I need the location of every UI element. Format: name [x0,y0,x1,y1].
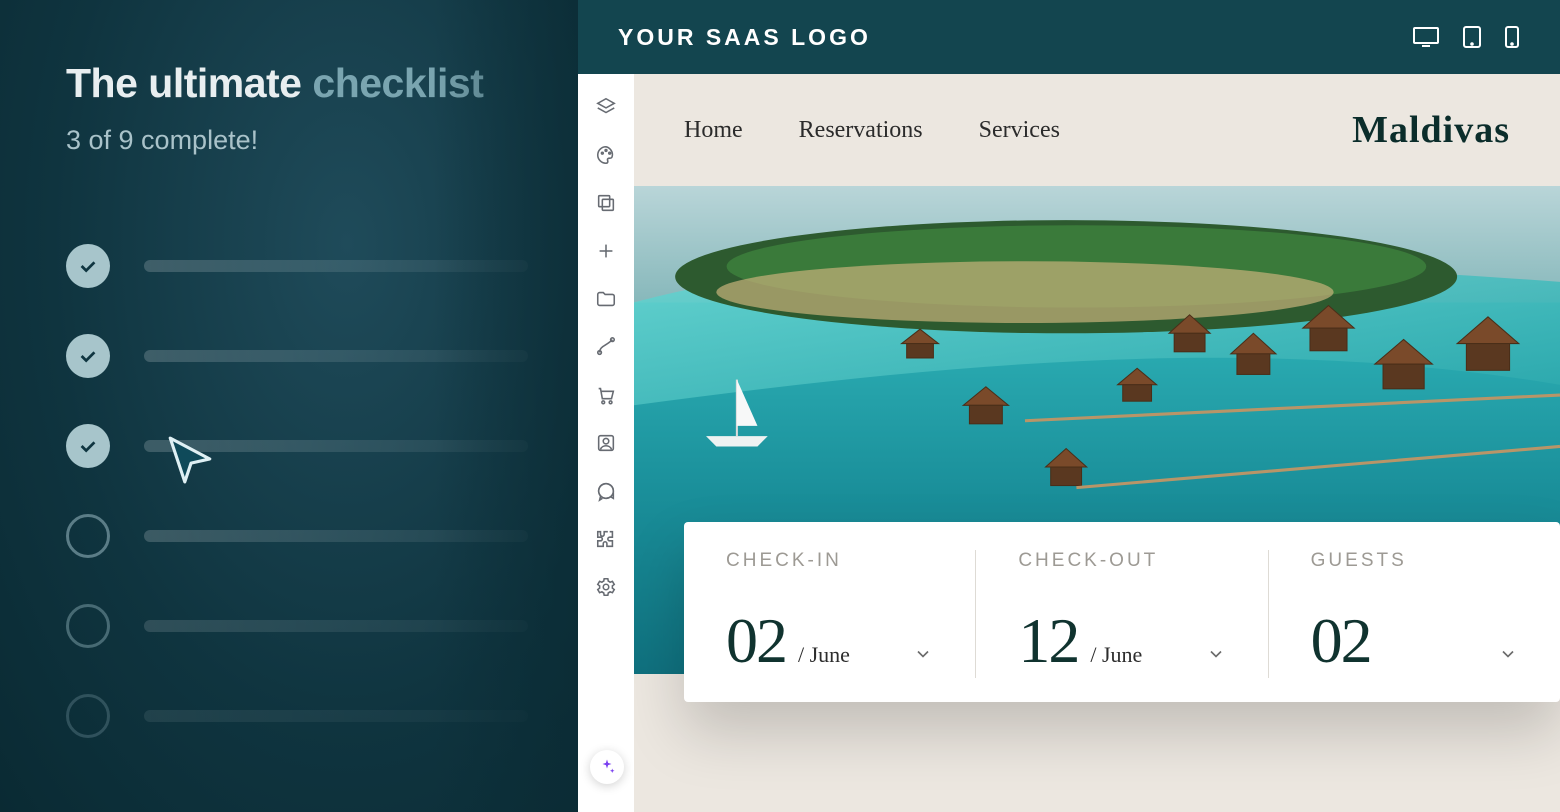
field-value: 02 [1311,604,1371,678]
checklist-title: The ultimate checklist [66,60,528,107]
site-brand: Maldivas [1352,108,1510,152]
vector-icon[interactable] [595,336,617,358]
field-suffix: / June [798,642,850,668]
layers-icon[interactable] [595,96,617,118]
booking-card: CHECK-IN 02 / June CHECK-OUT 12 / June [684,522,1560,702]
editor-area: YOUR SAAS LOGO [578,0,1560,812]
checklist-panel: The ultimate checklist 3 of 9 complete! [0,0,578,812]
chevron-down-icon[interactable] [1206,644,1226,664]
user-icon[interactable] [595,432,617,454]
checklist-progress: 3 of 9 complete! [66,125,528,156]
desktop-device-icon[interactable] [1412,25,1440,49]
website-canvas[interactable]: Home Reservations Services Maldivas [634,74,1560,812]
site-nav: Home Reservations Services Maldivas [634,74,1560,186]
checkout-field[interactable]: CHECK-OUT 12 / June [976,550,1268,678]
chevron-down-icon[interactable] [913,644,933,664]
checklist-item[interactable] [66,244,528,288]
field-value: 12 [1018,604,1078,678]
checklist-item[interactable] [66,334,528,378]
checklist-list [66,244,528,738]
checklist-item[interactable] [66,514,528,558]
unchecked-icon [66,694,110,738]
checklist-item-bar [144,260,528,272]
editor-icon-rail [578,74,634,812]
checklist-item[interactable] [66,604,528,648]
cart-icon[interactable] [595,384,617,406]
checklist-item-bar [144,620,528,632]
field-label: CHECK-OUT [1018,550,1225,572]
checkin-field[interactable]: CHECK-IN 02 / June [684,550,976,678]
copy-icon[interactable] [595,192,617,214]
unchecked-icon [66,514,110,558]
palette-icon[interactable] [595,144,617,166]
unchecked-icon [66,604,110,648]
sparkle-fab[interactable] [590,750,624,784]
checklist-item-bar [144,350,528,362]
field-value: 02 [726,604,786,678]
mobile-device-icon[interactable] [1504,25,1520,49]
settings-icon[interactable] [595,576,617,598]
check-icon [66,244,110,288]
chevron-down-icon[interactable] [1498,644,1518,664]
checklist-item[interactable] [66,424,528,468]
checklist-item-bar [144,440,528,452]
check-icon [66,334,110,378]
saas-logo: YOUR SAAS LOGO [618,24,871,51]
field-label: CHECK-IN [726,550,933,572]
nav-link-services[interactable]: Services [979,117,1060,144]
guests-field[interactable]: GUESTS 02 [1269,550,1560,678]
checklist-item[interactable] [66,694,528,738]
field-suffix: / June [1090,642,1142,668]
plus-icon[interactable] [595,240,617,262]
workspace: Home Reservations Services Maldivas [578,74,1560,812]
checklist-item-bar [144,530,528,542]
tablet-device-icon[interactable] [1462,25,1482,49]
puzzle-icon[interactable] [595,528,617,550]
folder-icon[interactable] [595,288,617,310]
checklist-item-bar [144,710,528,722]
check-icon [66,424,110,468]
nav-link-reservations[interactable]: Reservations [799,117,923,144]
nav-link-home[interactable]: Home [684,117,743,144]
editor-topbar: YOUR SAAS LOGO [578,0,1560,74]
chat-icon[interactable] [595,480,617,502]
field-label: GUESTS [1311,550,1518,572]
